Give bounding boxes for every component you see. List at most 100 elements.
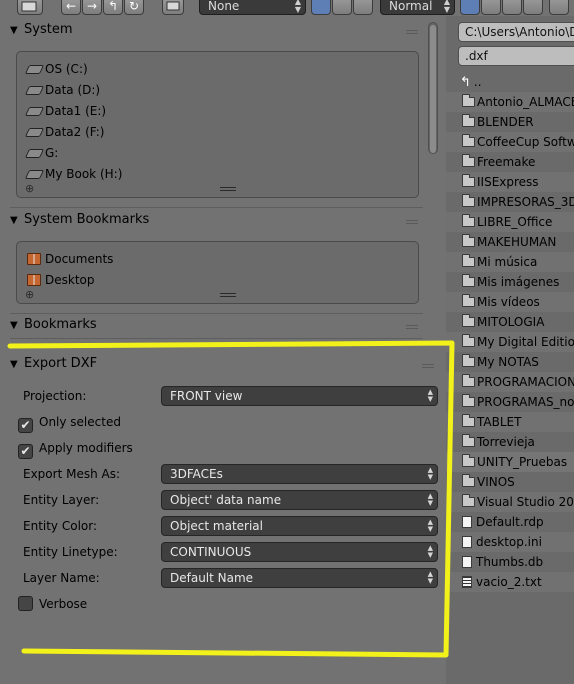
only-selected-checkbox[interactable]: ✔ Only selected: [18, 412, 121, 433]
panel-title: System: [24, 22, 73, 37]
parent-directory-row[interactable]: ↰..: [446, 72, 574, 92]
folder-row[interactable]: PROGRAMACION: [446, 372, 574, 392]
entity-color-select[interactable]: Object material ▲ ▼: [161, 516, 438, 536]
sort-alpha-icon[interactable]: [460, 0, 480, 15]
export-dxf-panel-header[interactable]: ▼ Export DXF: [10, 352, 97, 376]
list-item[interactable]: G:: [24, 143, 58, 164]
folder-row[interactable]: UNITY_Pruebas: [446, 452, 574, 472]
list-item[interactable]: Data1 (E:): [24, 101, 106, 122]
folder-row[interactable]: MITOLOGIA: [446, 312, 574, 332]
folder-icon: [462, 214, 475, 227]
folder-row[interactable]: Mis imágenes: [446, 272, 574, 292]
filename-field[interactable]: .dxf: [458, 46, 574, 66]
folder-row[interactable]: BLENDER: [446, 112, 574, 132]
recent-filter-dropdown[interactable]: None ▲ ▼: [199, 0, 306, 15]
drag-grip-icon[interactable]: [406, 218, 418, 224]
system-panel-header[interactable]: ▼ System: [10, 18, 72, 42]
list-item[interactable]: Data (D:): [24, 80, 101, 101]
entity-color-label: Entity Color:: [23, 519, 98, 533]
verbose-checkbox[interactable]: Verbose: [18, 594, 87, 614]
folder-row[interactable]: TABLET: [446, 412, 574, 432]
drag-grip-icon[interactable]: [406, 28, 418, 34]
add-plus-icon[interactable]: ⊕: [25, 288, 34, 301]
list-item[interactable]: OS (C:): [24, 59, 88, 80]
folder-row[interactable]: IISExpress: [446, 172, 574, 192]
list-item[interactable]: Desktop: [27, 270, 95, 291]
resize-grip-icon[interactable]: [220, 187, 236, 191]
folder-row[interactable]: LIBRE_Office: [446, 212, 574, 232]
file-name: IISExpress: [477, 175, 539, 189]
sort-size-icon[interactable]: [523, 0, 543, 15]
checkmark-icon: ✔: [18, 444, 33, 459]
folder-row[interactable]: My Digital Edition: [446, 332, 574, 352]
folder-row[interactable]: Antonio_ALMACE: [446, 92, 574, 112]
detailed-list-view-icon[interactable]: [332, 0, 352, 15]
projection-select[interactable]: FRONT view ▲ ▼: [161, 386, 438, 406]
export-mesh-select[interactable]: 3DFACEs ▲ ▼: [161, 464, 438, 484]
directory-path-field[interactable]: C:\Users\Antonio\Do: [458, 22, 574, 42]
list-item[interactable]: Data2 (F:): [24, 122, 104, 143]
new-folder-button[interactable]: [162, 0, 184, 15]
system-bookmarks-panel-header[interactable]: ▼ System Bookmarks: [10, 208, 149, 232]
folder-row[interactable]: Torrevieja: [446, 432, 574, 452]
file-row[interactable]: vacio_2.txt: [446, 572, 574, 592]
drag-grip-icon[interactable]: [406, 323, 418, 329]
file-name: BLENDER: [477, 115, 534, 129]
left-panel-scrollbar[interactable]: [428, 22, 438, 154]
folder-row[interactable]: MAKEHUMAN: [446, 232, 574, 252]
file-row[interactable]: Default.rdp: [446, 512, 574, 532]
folder-row[interactable]: VINOS: [446, 472, 574, 492]
panel-title: Bookmarks: [24, 317, 97, 332]
folder-row[interactable]: Mi música: [446, 252, 574, 272]
folder-icon: [462, 274, 475, 287]
folder-row[interactable]: CoffeeCup Softwa: [446, 132, 574, 152]
file-name: My Digital Edition: [477, 335, 574, 349]
apply-modifiers-checkbox[interactable]: ✔ Apply modifiers: [18, 438, 133, 459]
filter-toggle-icon[interactable]: [549, 0, 569, 15]
scrollbar-thumb[interactable]: [430, 25, 436, 153]
file-name: Mi música: [477, 255, 538, 269]
display-size-dropdown[interactable]: Normal ▲ ▼: [380, 0, 455, 15]
folder-row[interactable]: PROGRAMAS_no_: [446, 392, 574, 412]
file-row[interactable]: desktop.ini: [446, 532, 574, 552]
drag-grip-icon[interactable]: [422, 362, 434, 368]
drive-label: OS (C:): [45, 62, 88, 76]
list-item[interactable]: My Book (H:): [24, 164, 122, 185]
file-name: My NOTAS: [477, 355, 539, 369]
bookmarks-panel-header[interactable]: ▼ Bookmarks: [10, 313, 97, 337]
layer-name-select[interactable]: Default Name ▲ ▼: [161, 568, 438, 588]
panel-title: Export DXF: [24, 356, 98, 371]
file-name: IMPRESORAS_3D: [477, 195, 574, 209]
text-file-icon: [462, 576, 472, 588]
resize-grip-icon[interactable]: [220, 293, 236, 297]
sort-time-icon[interactable]: [502, 0, 522, 15]
short-list-view-icon[interactable]: [311, 0, 331, 15]
refresh-icon[interactable]: ↻: [124, 0, 144, 15]
list-item[interactable]: Documents: [27, 249, 113, 270]
entity-linetype-select[interactable]: CONTINUOUS ▲ ▼: [161, 542, 438, 562]
add-plus-icon[interactable]: ⊕: [25, 182, 34, 195]
folder-row[interactable]: Freemake: [446, 152, 574, 172]
folder-row[interactable]: Visual Studio 201: [446, 492, 574, 512]
select-value: Default Name: [170, 571, 254, 585]
thumbnail-view-icon[interactable]: [353, 0, 373, 15]
file-menu-button[interactable]: [17, 0, 43, 15]
folder-row[interactable]: Mis vídeos: [446, 292, 574, 312]
file-name: Freemake: [477, 155, 536, 169]
folder-icon: [21, 1, 37, 12]
drive-label: Data (D:): [45, 83, 101, 97]
entity-layer-select[interactable]: Object' data name ▲ ▼: [161, 490, 438, 510]
folder-row[interactable]: My NOTAS: [446, 352, 574, 372]
dropdown-value: None: [208, 0, 240, 13]
checkmark-icon: ✔: [18, 418, 33, 433]
parent-directory-icon[interactable]: ↰: [103, 0, 123, 15]
sort-extension-icon[interactable]: [481, 0, 501, 15]
file-row[interactable]: Thumbs.db: [446, 552, 574, 572]
updown-arrows-icon: ▲ ▼: [294, 0, 301, 14]
checkbox-label: Verbose: [39, 597, 88, 611]
file-name: desktop.ini: [476, 535, 542, 549]
file-name: PROGRAMAS_no_: [477, 395, 574, 409]
forward-arrow-icon[interactable]: →: [82, 0, 102, 15]
folder-row[interactable]: IMPRESORAS_3D: [446, 192, 574, 212]
back-arrow-icon[interactable]: ←: [61, 0, 81, 15]
